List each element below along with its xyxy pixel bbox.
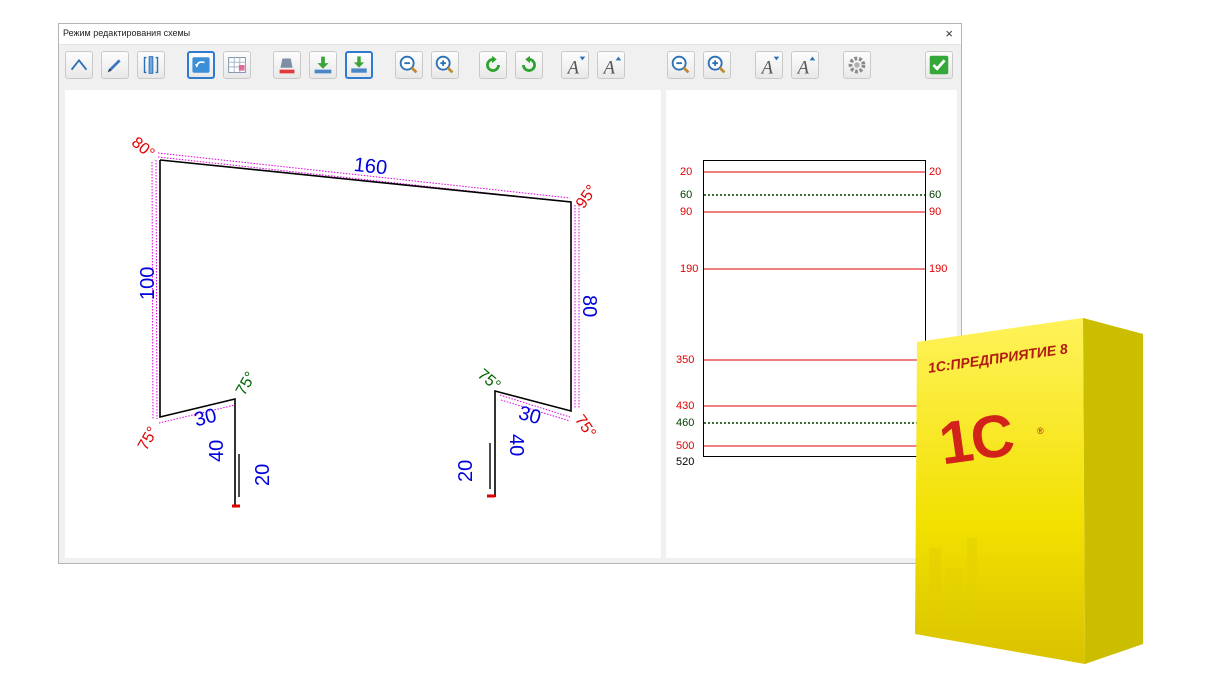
font-increase-left-button[interactable]: A (597, 51, 625, 79)
font-increase-icon: A (602, 56, 622, 78)
zoom-out-left-button[interactable] (395, 51, 423, 79)
ruler-left-label: 190 (680, 263, 699, 275)
ruler-left-label: 60 (680, 189, 693, 201)
confirm-button[interactable] (925, 51, 953, 79)
ruler-left-label: 20 (680, 166, 693, 178)
segment-left-drop-label: 40 (206, 439, 228, 462)
profile-canvas[interactable]: 160 100 80 30 40 20 30 40 20 80° 95° 75°… (65, 90, 661, 558)
rotate-cw-button[interactable] (515, 51, 543, 79)
pencil-icon (107, 59, 121, 73)
grid-icon (228, 57, 246, 73)
zoom-out-right-button[interactable] (667, 51, 695, 79)
font-decrease-icon: A (566, 56, 586, 78)
pencil-tool-button[interactable] (101, 51, 129, 79)
rotate-ccw-button[interactable] (479, 51, 507, 79)
ruler-left-label: 500 (676, 440, 695, 452)
segment-left-hem-label: 20 (252, 463, 274, 486)
font-increase-icon: A (796, 56, 816, 78)
font-decrease-left-button[interactable]: A (561, 51, 589, 79)
font-decrease-right-button[interactable]: A (755, 51, 783, 79)
zoom-out-icon (399, 55, 418, 74)
ruler-right-label: 60 (929, 189, 942, 201)
undo-icon (192, 57, 210, 73)
segment-right-label: 80 (578, 295, 600, 318)
fill-bucket-icon (279, 58, 295, 74)
svg-text:A: A (602, 57, 616, 78)
download-frame-button[interactable] (345, 51, 373, 79)
rotate-ccw-icon (486, 55, 500, 72)
ruler-left-label: 430 (676, 400, 695, 412)
ruler-bracket-icon (143, 56, 159, 74)
segment-right-drop-label: 40 (505, 434, 527, 457)
zoom-in-right-button[interactable] (703, 51, 731, 79)
download-bottom-button[interactable] (309, 51, 337, 79)
ruler-drawing (703, 160, 926, 457)
toolbar: A A A A (59, 45, 961, 89)
segment-right-hem-label: 20 (455, 459, 477, 482)
download-icon (314, 56, 332, 74)
font-increase-right-button[interactable]: A (791, 51, 819, 79)
zoom-in-icon (707, 55, 726, 74)
editor-window: Режим редактирования схемы × A A A A 160… (58, 23, 962, 564)
title-bar: Режим редактирования схемы × (59, 24, 961, 45)
ruler-right-label: 20 (929, 166, 942, 178)
grid-table-button[interactable] (223, 51, 251, 79)
angle-icon (70, 58, 88, 71)
ruler-left-label: 520 (676, 456, 695, 468)
product-box-registered: ® (1037, 426, 1044, 436)
svg-text:A: A (566, 57, 580, 78)
gear-icon (848, 56, 866, 74)
fill-color-button[interactable] (273, 51, 301, 79)
ruler-left-label: 90 (680, 206, 693, 218)
ruler-right-label: 90 (929, 206, 942, 218)
settings-button[interactable] (843, 51, 871, 79)
product-box-logo: 1С (935, 400, 1017, 478)
download-frame-icon (351, 56, 367, 73)
close-button[interactable]: × (945, 26, 953, 41)
ruler-canvas[interactable]: 20 20 60 60 90 90 190 190 350 430 460 50… (666, 90, 957, 558)
ruler-left-label: 460 (676, 417, 695, 429)
rotate-cw-icon (522, 55, 536, 72)
svg-text:A: A (796, 57, 810, 78)
product-box-image: 1С:ПРЕДПРИЯТИЕ 8 1С ® (915, 318, 1147, 666)
segment-left-label: 100 (137, 266, 159, 300)
ruler-left-label: 350 (676, 354, 695, 366)
segment-top-label: 160 (352, 154, 389, 180)
zoom-in-icon (435, 55, 454, 74)
checkmark-icon (929, 55, 949, 75)
window-title: Режим редактирования схемы (63, 28, 191, 38)
ruler-right-label: 190 (929, 263, 948, 275)
zoom-in-left-button[interactable] (431, 51, 459, 79)
svg-text:A: A (760, 57, 774, 78)
bend-tool-button[interactable] (65, 51, 93, 79)
undo-shape-button[interactable] (187, 51, 215, 79)
zoom-out-icon (671, 55, 690, 74)
font-decrease-icon: A (760, 56, 780, 78)
measure-tool-button[interactable] (137, 51, 165, 79)
